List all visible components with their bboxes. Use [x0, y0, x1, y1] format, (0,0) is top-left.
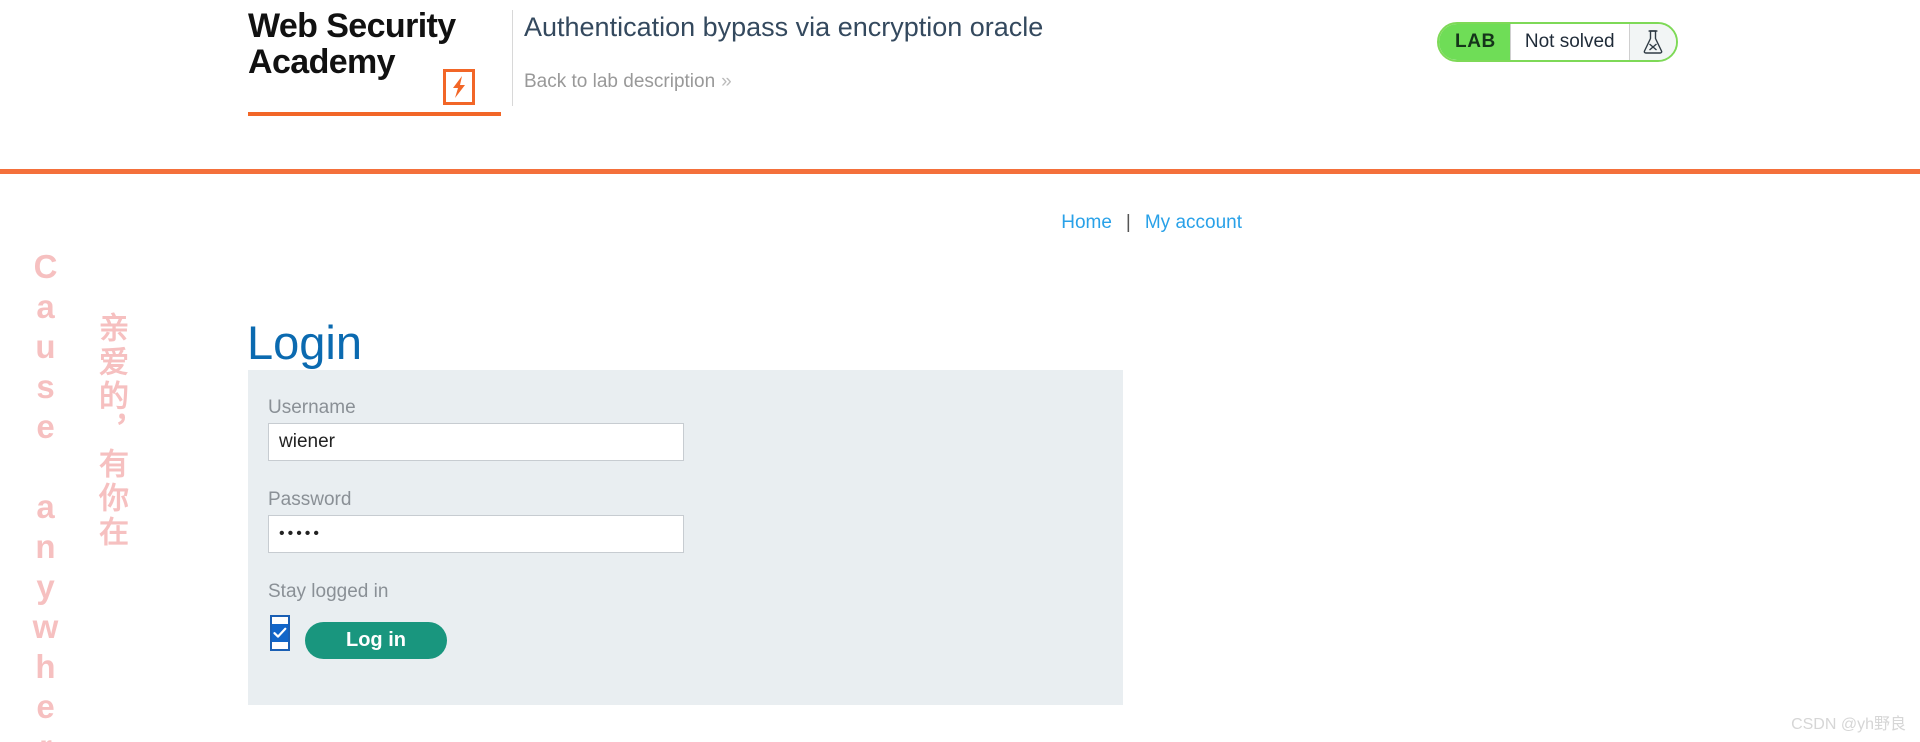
nav-link-home[interactable]: Home: [1061, 212, 1112, 234]
lab-title: Authentication bypass via encryption ora…: [524, 12, 1044, 42]
login-submit-button[interactable]: Log in: [305, 622, 447, 659]
site-logo[interactable]: Web Security Academy: [248, 7, 510, 116]
nav-separator: |: [1125, 212, 1131, 233]
header-accent-rule: [0, 169, 1920, 174]
page-title: Login: [247, 316, 362, 370]
username-label: Username: [268, 397, 356, 418]
lab-tag-badge: LAB: [1439, 24, 1510, 60]
header-divider: [512, 10, 513, 106]
lab-status-widget[interactable]: LAB Not solved: [1437, 22, 1678, 62]
flask-icon[interactable]: [1629, 24, 1676, 60]
login-form-panel: Username Password Stay logged in Log in: [248, 370, 1123, 705]
password-input[interactable]: [268, 515, 684, 553]
chevron-right-double-icon: »: [721, 71, 732, 92]
logo-line-1: Web Security: [248, 7, 456, 45]
nav-link-my-account[interactable]: My account: [1145, 212, 1242, 234]
watermark-chinese: 亲爱的，有你在: [94, 312, 127, 550]
lightning-bolt-icon: [443, 69, 475, 105]
stay-logged-in-checkbox[interactable]: [270, 615, 290, 651]
lab-status-text: Not solved: [1509, 24, 1630, 60]
checkmark-icon: [273, 627, 287, 638]
stay-logged-in-label: Stay logged in: [268, 581, 389, 602]
back-to-lab-description-link[interactable]: Back to lab description»: [524, 70, 732, 94]
watermark-corner: CSDN @yh野良: [1791, 716, 1906, 733]
page-root: Web Security Academy Authentication bypa…: [0, 0, 1920, 742]
logo-underline: [248, 112, 501, 116]
checkbox-filled: [272, 624, 288, 642]
watermark-english: Cause anywhere babe: [27, 248, 64, 742]
back-link-label: Back to lab description: [524, 71, 716, 92]
password-label: Password: [268, 489, 352, 510]
site-header: Web Security Academy Authentication bypa…: [0, 0, 1920, 170]
username-input[interactable]: [268, 423, 684, 461]
page-nav: Home | My account: [1061, 212, 1242, 234]
